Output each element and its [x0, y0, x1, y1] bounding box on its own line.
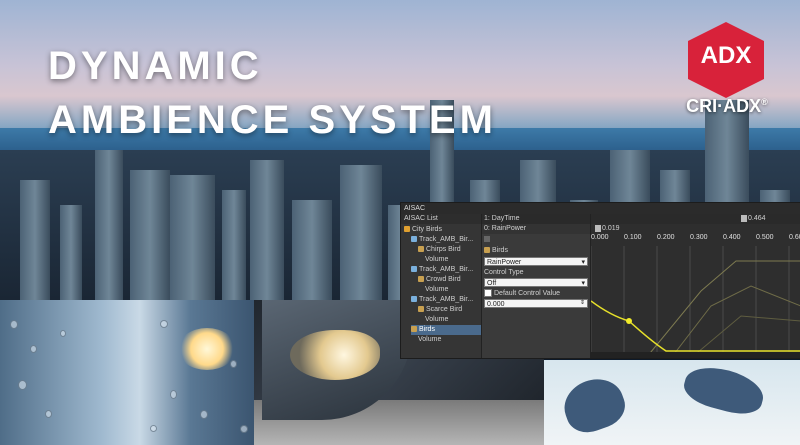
track-icon [411, 296, 417, 303]
aisac-editor-window: AISAC AISAC List City Birds Track_AMB_Bir… [400, 202, 800, 359]
cursor-marker-icon[interactable] [595, 225, 601, 232]
properties-pane: Birds RainPower ▾ Control Type Off ▾ Def… [482, 214, 591, 358]
x-axis-tick: 0.400 [723, 234, 741, 241]
folder-icon [404, 226, 410, 233]
default-value: 0.000 [487, 301, 505, 308]
tree-item-label: Track_AMB_Bir... [419, 266, 474, 273]
cue-name-row: Birds [484, 246, 508, 256]
window-title: AISAC [401, 203, 800, 214]
default-value-label: Default Control Value [494, 290, 561, 297]
tree-item[interactable]: Birds [411, 325, 481, 335]
cursor-value: 0.019 [602, 225, 620, 232]
registered-mark: ® [761, 97, 768, 107]
rain-window-photo [0, 300, 254, 445]
tree-item[interactable]: Track_AMB_Bir... [411, 235, 481, 245]
tree-item[interactable]: Scarce Bird [418, 305, 481, 315]
marker-value: 0.464 [748, 215, 766, 222]
swallows-photo [544, 360, 800, 445]
tree-item[interactable]: Volume [425, 315, 481, 325]
wordmark-text: CRI·ADX [686, 96, 762, 116]
aisac-control-select[interactable]: RainPower ▾ [484, 257, 588, 266]
x-axis-tick: 0.000 [591, 234, 609, 241]
track-icon [411, 236, 417, 243]
waveform-icon [418, 276, 424, 283]
tree-item-label: Volume [425, 286, 449, 293]
chevron-down-icon: ▾ [581, 259, 585, 266]
headline-line-2: AMBIENCE SYSTEM [48, 98, 497, 142]
waveform-icon [418, 246, 424, 253]
checkbox-icon[interactable] [484, 289, 492, 298]
cue-name: Birds [492, 247, 508, 254]
control-type-value: Off [487, 280, 497, 287]
tree-item-label: Track_AMB_Bir... [419, 236, 474, 243]
default-value-input[interactable]: 0.000 ⇕ [484, 299, 588, 308]
tree-item-label: City Birds [412, 226, 442, 233]
default-value-checkbox-row[interactable]: Default Control Value [484, 289, 560, 299]
tree-item-label: Scarce Bird [426, 306, 463, 313]
daytime-track: 0.464 [591, 214, 800, 224]
param-daytime[interactable]: 1: DayTime [482, 214, 590, 224]
tree-item[interactable]: Track_AMB_Bir... [411, 265, 481, 275]
tree-item[interactable]: Track_AMB_Bir... [411, 295, 481, 305]
collapse-icon[interactable] [484, 236, 490, 242]
curve-control-point[interactable] [626, 318, 632, 324]
tree-item[interactable]: Volume [425, 285, 481, 295]
adx-badge-text: ADX [700, 42, 752, 69]
tree-item[interactable]: Volume [425, 255, 481, 265]
spinner-icon[interactable]: ⇕ [580, 299, 585, 308]
waveform-icon [418, 306, 424, 313]
x-axis-tick: 0.60 [789, 234, 800, 241]
tree-item-label: Track_AMB_Bir... [419, 296, 474, 303]
x-axis-tick: 0.300 [690, 234, 708, 241]
tree-item-label: Crowd Bird [426, 276, 461, 283]
control-type-label: Control Type [484, 269, 524, 276]
cri-adx-wordmark: CRI·ADX® [672, 96, 782, 117]
tree-item[interactable]: Volume [418, 335, 481, 345]
tree-item-label: Volume [425, 316, 449, 323]
x-axis-ticks: 0.000 0.100 0.200 0.300 0.400 0.500 0.60 [591, 234, 800, 244]
tree-item-label: Volume [425, 256, 449, 263]
track-icon [411, 266, 417, 273]
aisac-control-value: RainPower [487, 259, 522, 266]
tree-item[interactable]: City Birds [404, 225, 481, 235]
aisac-list-pane: AISAC List City Birds Track_AMB_Bir... Chi… [401, 214, 482, 358]
aisac-curve-graph[interactable] [591, 246, 800, 358]
street-light-glow [178, 328, 236, 370]
headline-line-1: DYNAMIC [48, 44, 263, 88]
car-headlight [290, 330, 380, 380]
rainpower-track: 0.019 [591, 224, 800, 234]
x-axis-tick: 0.100 [624, 234, 642, 241]
control-type-select[interactable]: Off ▾ [484, 278, 588, 287]
tree-item-label: Volume [418, 336, 442, 343]
marker-icon[interactable] [741, 215, 747, 222]
waveform-icon [411, 326, 417, 333]
param-rainpower[interactable]: 0: RainPower [482, 224, 590, 234]
tree-item[interactable]: Chirps Bird [418, 245, 481, 255]
chevron-down-icon: ▾ [581, 280, 585, 287]
list-header: AISAC List [401, 214, 481, 224]
x-axis-tick: 0.500 [756, 234, 774, 241]
tree-item[interactable]: Crowd Bird [418, 275, 481, 285]
tree-item-label: Chirps Bird [426, 246, 461, 253]
aisac-graph-pane: 0.464 0.019 0.000 0.100 0.200 0.300 0.400 0.5… [591, 214, 800, 358]
tree-item-label: Birds [419, 326, 435, 333]
waveform-icon [484, 247, 490, 254]
x-axis-tick: 0.200 [657, 234, 675, 241]
